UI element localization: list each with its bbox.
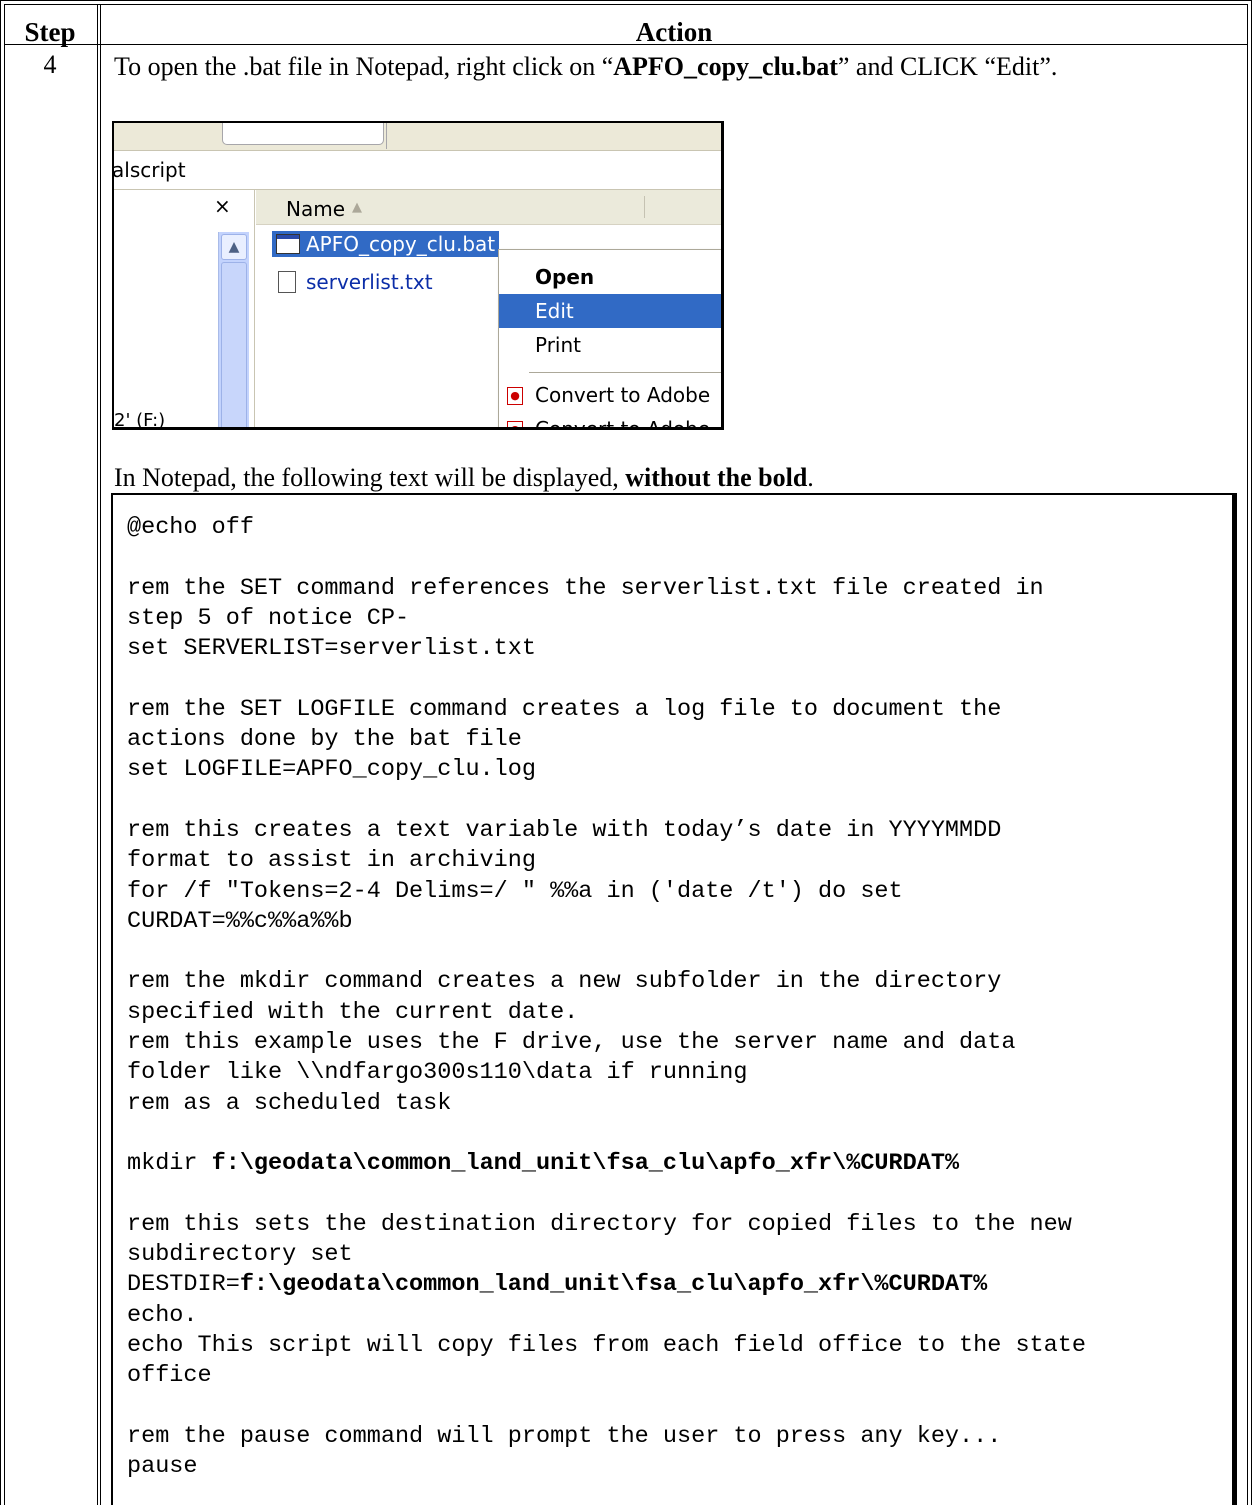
- code-line: CURDAT=%%c%%a%%b: [127, 907, 353, 935]
- column-divider[interactable]: [644, 196, 645, 218]
- close-icon[interactable]: ×: [214, 194, 231, 218]
- address-text: alscript: [112, 158, 186, 182]
- code-line: rem the SET LOGFILE command creates a lo…: [127, 695, 1002, 723]
- menu-item-convert-adobe[interactable]: ● Convert to Adobe: [499, 378, 721, 412]
- pdf-icon: ●: [507, 387, 523, 405]
- menu-item-convert-adobe-2[interactable]: ● Convert to Adobe: [499, 412, 721, 427]
- code-line: rem this creates a text variable with to…: [127, 816, 1002, 844]
- text-file-icon: [278, 271, 296, 293]
- code-line: echo This script will copy files from ea…: [127, 1332, 1086, 1360]
- code-box: @echo off rem the SET command references …: [111, 493, 1237, 1505]
- code-line: set LOGFILE=APFO_copy_clu.log: [127, 756, 536, 784]
- note-bold: without the bold: [625, 463, 808, 492]
- code-line: pause: [127, 1453, 198, 1481]
- code-line: rem as a scheduled task: [127, 1089, 452, 1117]
- toolbar-button[interactable]: [222, 123, 384, 145]
- instruction-suffix: ” and CLICK “Edit”.: [837, 52, 1058, 81]
- scrollbar[interactable]: ▲: [218, 232, 249, 427]
- column-separator: [97, 4, 98, 1505]
- code-listing: @echo off rem the SET command references …: [127, 513, 1086, 1483]
- sort-ascending-icon: ▲: [352, 200, 362, 215]
- explorer-screenshot: alscript × ▲ 2' (F:) Name ▲ APFO_copy_cl…: [112, 121, 724, 430]
- instruction-filename: APFO_copy_clu.bat: [613, 52, 838, 81]
- step-number: 4: [43, 50, 57, 79]
- code-line: rem this sets the destination directory …: [127, 1210, 1072, 1238]
- drive-label[interactable]: 2' (F:): [114, 410, 165, 427]
- instruction-text: To open the .bat file in Notepad, right …: [114, 52, 1057, 82]
- bat-file-icon: [276, 234, 300, 254]
- file-item-txt[interactable]: serverlist.txt: [272, 269, 433, 295]
- file-name: serverlist.txt: [306, 270, 433, 294]
- column-name-label[interactable]: Name: [286, 197, 345, 221]
- code-line: mkdir f:\geodata\common_land_unit\fsa_cl…: [127, 1150, 960, 1178]
- pdf-icon: ●: [507, 421, 523, 427]
- menu-item-open[interactable]: Open: [499, 260, 721, 294]
- file-name: APFO_copy_clu.bat: [306, 232, 496, 256]
- menu-item-edit[interactable]: Edit: [499, 294, 721, 328]
- code-line: rem the pause command will prompt the us…: [127, 1422, 1002, 1450]
- note-prefix: In Notepad, the following text will be d…: [114, 463, 626, 492]
- code-line: format to assist in archiving: [127, 847, 536, 875]
- note-text: In Notepad, the following text will be d…: [114, 463, 814, 493]
- address-bar[interactable]: alscript: [114, 151, 721, 190]
- code-line: @echo off: [127, 514, 254, 541]
- instruction-prefix: To open the .bat file in Notepad, right …: [114, 52, 614, 81]
- code-line: DESTDIR=f:\geodata\common_land_unit\fsa_…: [127, 1271, 988, 1299]
- scroll-up-icon[interactable]: ▲: [221, 234, 247, 260]
- file-item-bat[interactable]: APFO_copy_clu.bat: [272, 231, 500, 257]
- code-line: echo.: [127, 1301, 198, 1329]
- code-line: office: [127, 1362, 212, 1390]
- code-line: rem this example uses the F drive, use t…: [127, 1029, 1016, 1057]
- menu-divider: [529, 372, 721, 373]
- column-header[interactable]: Name ▲: [256, 190, 721, 225]
- code-line: actions done by the bat file: [127, 726, 522, 754]
- menu-item-print[interactable]: Print: [499, 328, 721, 362]
- folders-panel: × ▲ 2' (F:): [114, 190, 255, 427]
- header-step: Step: [24, 17, 76, 47]
- code-line: for /f "Tokens=2-4 Delims=/ " %%a in ('d…: [127, 877, 903, 905]
- code-line: folder like \\ndfargo300s110\data if run…: [127, 1059, 748, 1087]
- code-line: rem the SET command references the serve…: [127, 574, 1044, 602]
- code-line: set SERVERLIST=serverlist.txt: [127, 635, 536, 663]
- toolbar-separator: [386, 123, 387, 149]
- context-menu: Open Edit Print ● Convert to Adobe ● Conve…: [498, 249, 721, 427]
- note-suffix: .: [807, 463, 814, 492]
- toolbar-band: [114, 123, 721, 151]
- header-action: Action: [635, 17, 713, 47]
- code-line: subdirectory set: [127, 1241, 353, 1269]
- code-line: rem the mkdir command creates a new subf…: [127, 968, 1002, 996]
- scroll-thumb[interactable]: [221, 262, 247, 427]
- code-line: step 5 of notice CP-: [127, 604, 410, 632]
- code-line: specified with the current date.: [127, 998, 579, 1026]
- column-separator-double: [100, 4, 101, 1505]
